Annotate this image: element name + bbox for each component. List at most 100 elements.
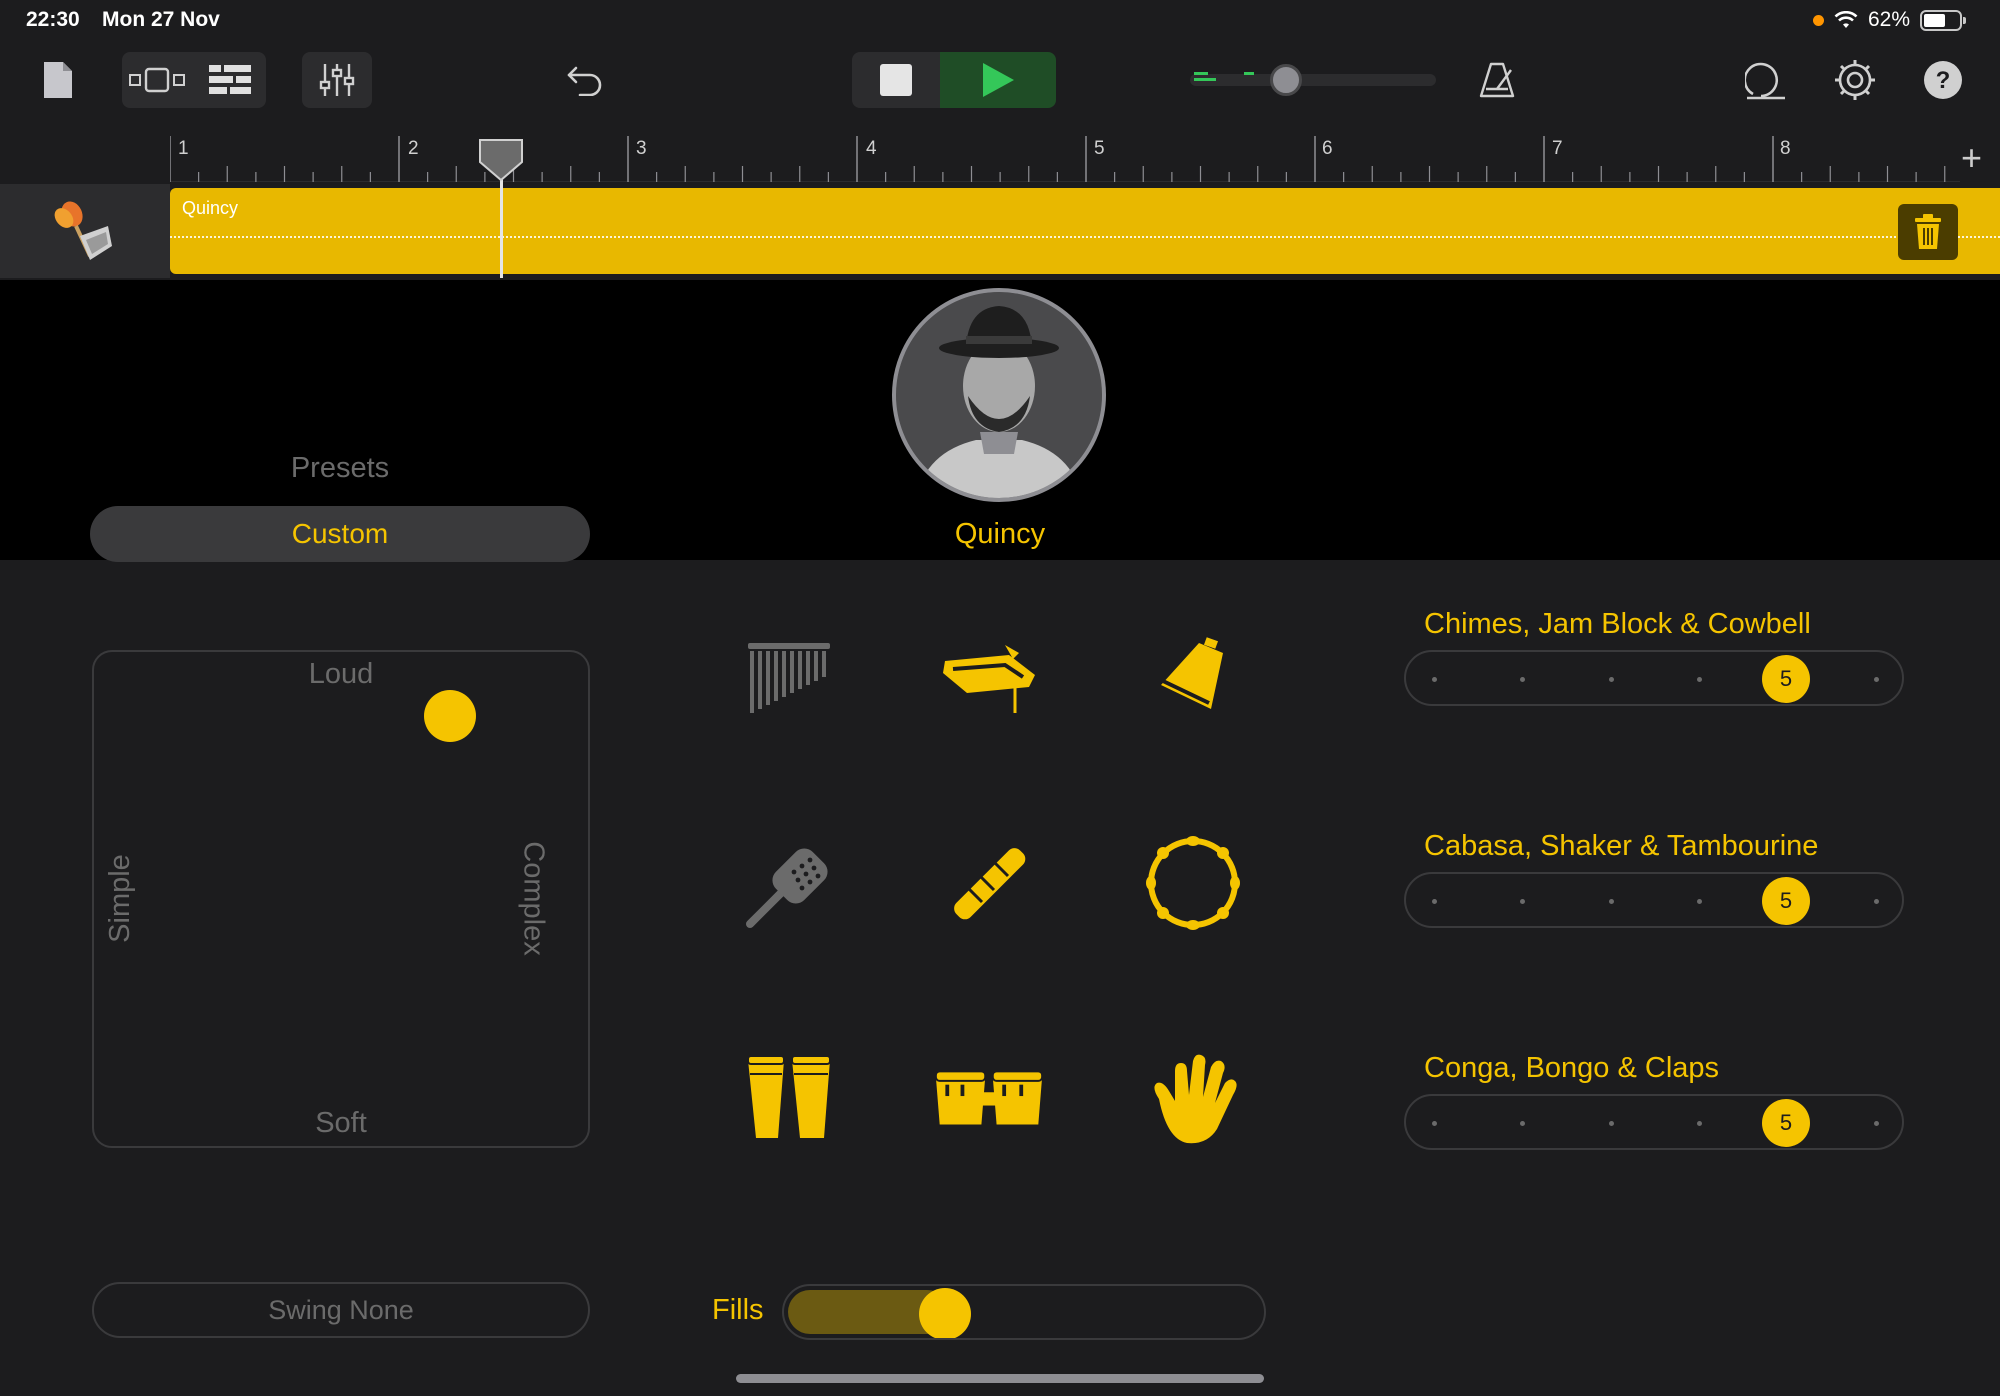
pad-label-simple: Simple [103, 854, 136, 943]
fills-thumb[interactable] [919, 1288, 972, 1338]
claps-button[interactable] [1138, 1042, 1248, 1152]
bar-number: 8 [1780, 138, 1791, 159]
loop-icon [1745, 62, 1785, 100]
settings-button[interactable] [1832, 52, 1878, 108]
stop-icon [880, 64, 912, 96]
swing-selector[interactable]: Swing None [92, 1282, 590, 1338]
drummer-portrait-icon [896, 292, 1102, 498]
slider-conga[interactable]: 5 [1404, 1094, 1904, 1150]
pad-label-complex: Complex [517, 841, 550, 956]
toolbar: ? [0, 40, 2000, 136]
slider-step [1697, 899, 1702, 904]
cowbell-button[interactable] [1138, 620, 1248, 730]
battery-fill [1924, 13, 1946, 27]
my-songs-button[interactable] [34, 52, 82, 108]
percussion-track-icon [54, 201, 112, 260]
status-date: Mon 27 Nov [102, 8, 220, 31]
slider-step [1432, 677, 1437, 682]
slider-thumb[interactable]: 5 [1762, 1099, 1810, 1147]
region-name: Quincy [182, 198, 239, 218]
playhead-line [500, 170, 503, 278]
slider-step [1609, 899, 1614, 904]
slider-thumb[interactable]: 5 [1762, 655, 1810, 703]
playhead-handle[interactable] [478, 138, 524, 182]
add-section-button[interactable]: + [1961, 140, 1982, 176]
metronome-button[interactable] [1474, 52, 1520, 108]
slider-step [1520, 677, 1525, 682]
status-bar: 22:30 Mon 27 Nov 62% [0, 0, 2000, 40]
pad-puck[interactable] [423, 690, 476, 743]
conga-button[interactable] [734, 1042, 844, 1152]
undo-icon [567, 66, 602, 96]
jam-block-button[interactable] [934, 620, 1044, 730]
slider-step [1874, 677, 1879, 682]
status-time: 22:30 [26, 8, 80, 31]
conga-icon [747, 1055, 831, 1138]
slider-step [1432, 899, 1437, 904]
master-volume-slider[interactable] [1190, 64, 1436, 96]
transport-controls [852, 52, 1056, 108]
slider-step [1520, 899, 1525, 904]
preset-selector[interactable]: Custom [90, 506, 590, 562]
hand-claps-icon [1154, 1054, 1237, 1144]
view-toggle [122, 52, 266, 108]
pad-label-loud: Loud [308, 658, 374, 690]
slider-chimes[interactable]: 5 [1404, 650, 1904, 706]
track-header-percussion[interactable] [0, 184, 170, 278]
fills-slider[interactable] [782, 1284, 1266, 1340]
settings-icon [1835, 60, 1875, 100]
document-icon [44, 62, 72, 98]
wifi-icon [1834, 11, 1858, 28]
help-button[interactable]: ? [1920, 52, 1966, 108]
slider-step [1874, 1121, 1879, 1126]
tracks-view-icon [209, 65, 251, 94]
loud-soft-simple-complex-pad[interactable]: Loud Soft Simple Complex [92, 650, 590, 1148]
ruler-header-spacer [0, 136, 170, 182]
bar-number: 2 [408, 138, 419, 159]
loop-browser-button[interactable] [1744, 52, 1790, 108]
slider-step [1874, 899, 1879, 904]
group-label-chimes: Chimes, Jam Block & Cowbell [1424, 608, 1811, 640]
trash-icon [1915, 214, 1941, 249]
help-icon: ? [1924, 61, 1962, 99]
mic-in-use-indicator [1812, 14, 1824, 26]
presets-label: Presets [290, 452, 390, 484]
undo-button[interactable] [560, 52, 610, 108]
bar-number: 7 [1552, 138, 1563, 159]
timeline-ruler[interactable]: 1 2 3 4 5 6 7 8 [170, 136, 1960, 182]
bar-number: 5 [1094, 138, 1105, 159]
metronome-icon [1479, 62, 1515, 98]
group-label-cabasa: Cabasa, Shaker & Tambourine [1424, 830, 1819, 862]
bar-number: 6 [1322, 138, 1333, 159]
slider-step [1609, 1121, 1614, 1126]
chimes-button[interactable] [734, 620, 844, 730]
master-volume-knob[interactable] [1270, 64, 1302, 96]
ruler-ticks [170, 136, 1946, 182]
drummer-avatar[interactable] [892, 288, 1106, 502]
fills-label: Fills [712, 1294, 764, 1326]
tambourine-button[interactable] [1138, 828, 1248, 938]
stop-button[interactable] [852, 52, 940, 108]
mixer-icon [319, 64, 355, 96]
tracks-view-button[interactable] [194, 52, 266, 108]
group-label-conga: Conga, Bongo & Claps [1424, 1052, 1720, 1084]
cabasa-button[interactable] [734, 828, 844, 938]
region-pattern [170, 236, 2000, 240]
mixer-button[interactable] [302, 52, 372, 108]
pad-label-soft: Soft [315, 1107, 367, 1139]
drummer-region[interactable]: Quincy [170, 188, 2000, 274]
browser-view-button[interactable] [122, 52, 194, 108]
play-button[interactable] [940, 52, 1056, 108]
level-meter-icon [1194, 72, 1254, 81]
battery-icon [1920, 9, 1966, 31]
bar-number: 4 [866, 138, 877, 159]
slider-step [1520, 1121, 1525, 1126]
delete-region-button[interactable] [1898, 204, 1958, 260]
bongo-button[interactable] [934, 1042, 1044, 1152]
slider-thumb[interactable]: 5 [1762, 877, 1810, 925]
battery-percent: 62% [1867, 8, 1910, 31]
shaker-button[interactable] [934, 828, 1044, 938]
slider-cabasa[interactable]: 5 [1404, 872, 1904, 928]
bongo-icon [934, 1070, 1044, 1125]
chimes-icon [748, 643, 830, 713]
